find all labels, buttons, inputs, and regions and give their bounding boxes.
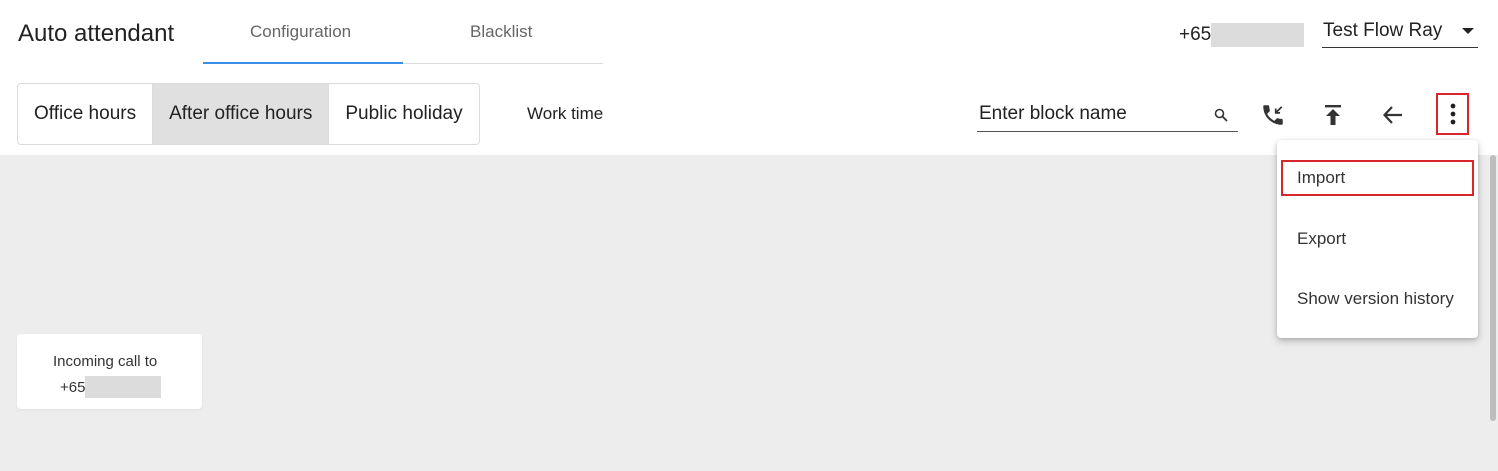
tab-configuration[interactable]: Configuration [250,22,351,42]
schedule-toggle: Office hours After office hours Public h… [17,83,480,145]
vertical-scrollbar[interactable] [1490,155,1496,421]
menu-item-label: Export [1297,229,1347,248]
menu-item-version-history[interactable]: Show version history [1277,274,1478,324]
block-search [977,98,1238,132]
back-button[interactable] [1375,97,1411,133]
phone-number: +65 [1179,23,1305,47]
menu-item-import[interactable]: Import [1277,154,1478,204]
menu-item-label: Import [1297,168,1346,187]
tab-bar: Configuration Blacklist [203,0,603,64]
tab-blacklist[interactable]: Blacklist [470,22,532,42]
segment-public-holiday[interactable]: Public holiday [329,84,478,144]
redacted-phone [85,376,162,398]
incoming-call-icon [1263,105,1283,125]
redacted-phone [1211,23,1305,47]
more-options-menu: Import Export Show version history [1277,140,1478,338]
incoming-call-button[interactable] [1255,97,1291,133]
active-tab-indicator [203,62,403,64]
phone-prefix: +65 [1179,24,1212,45]
arrow-left-icon [1382,106,1402,124]
flow-select-value: Test Flow Ray [1323,20,1443,41]
caret-down-icon [1462,28,1474,34]
segment-office-hours[interactable]: Office hours [18,84,152,144]
node-phone: +65 [60,376,162,398]
menu-item-label: Show version history [1297,289,1454,308]
node-title: Incoming call to [53,353,158,370]
flow-select[interactable]: Test Flow Ray [1322,18,1478,48]
search-input[interactable] [979,102,1199,126]
menu-item-export[interactable]: Export [1277,214,1478,264]
move-to-top-icon [1325,105,1341,125]
flow-canvas[interactable] [0,155,1498,471]
more-options-button[interactable] [1436,93,1469,135]
page-title: Auto attendant [18,20,175,47]
node-phone-prefix: +65 [60,378,86,396]
more-vertical-icon [1450,103,1455,125]
incoming-call-node[interactable]: Incoming call to +65 [17,334,202,409]
move-to-top-button[interactable] [1315,97,1351,133]
work-time-button[interactable]: Work time [527,104,603,124]
search-icon[interactable] [1214,108,1228,127]
segment-after-office-hours[interactable]: After office hours [152,84,330,144]
